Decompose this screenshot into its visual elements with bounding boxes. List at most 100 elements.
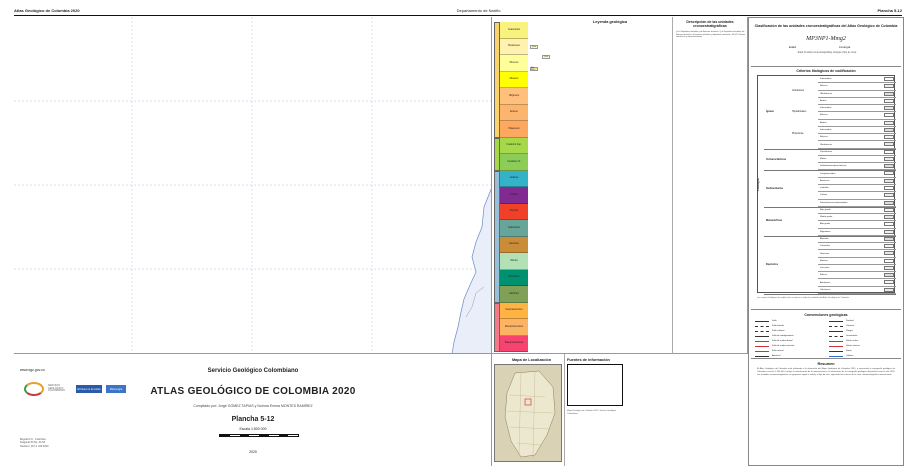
divider — [751, 66, 901, 67]
convention-line-symbol — [829, 325, 843, 327]
group-divider — [764, 170, 896, 171]
convention-item: Falla — [755, 319, 777, 323]
classification-title: Clasificación de las unidades cronoestra… — [754, 24, 898, 28]
convention-item: Pliegue — [829, 329, 853, 333]
convention-label: Anticlinal — [772, 355, 781, 357]
convention-line-symbol — [755, 340, 769, 342]
lithology-pattern-swatch — [884, 215, 894, 220]
lithology-pattern-swatch — [884, 207, 894, 212]
criteria-row: Ácidas — [818, 98, 896, 106]
strat-unit: Plioceno — [500, 55, 528, 72]
lithology-pattern-swatch — [884, 186, 894, 190]
criteria-row-label: Ultrabásicas — [820, 143, 833, 146]
lithology-subgroup-label: Hipoabisales — [792, 110, 807, 114]
scale-bar — [219, 434, 299, 437]
legend-divider — [672, 17, 673, 354]
convention-line-symbol — [755, 325, 769, 327]
criteria-row: Areniscas — [818, 178, 896, 185]
location-divider — [564, 354, 565, 466]
lithology-pattern-swatch — [884, 236, 894, 241]
criteria-row: Conglomerados — [818, 170, 896, 178]
lithology-pattern-swatch — [884, 178, 894, 183]
sources-box — [567, 364, 623, 406]
convention-line-symbol — [829, 350, 843, 352]
convention-label: Sinclinal — [846, 320, 854, 322]
criteria-row-label: Intermedias — [820, 128, 832, 131]
location-map — [494, 364, 562, 462]
lithology-pattern-swatch — [884, 265, 894, 270]
era-bar — [494, 170, 500, 303]
lithology-pattern-swatch — [884, 84, 894, 89]
criteria-row: Ultrabásicas — [818, 91, 896, 98]
criteria-row-label: Ultrabásicas — [820, 92, 833, 95]
coastline — [451, 188, 491, 353]
convention-label: Lineamiento — [846, 335, 858, 337]
convention-line-symbol — [829, 345, 843, 347]
criteria-row: Intermedias — [818, 76, 896, 84]
lithology-pattern-swatch — [884, 106, 894, 111]
group-divider — [764, 148, 896, 150]
title-block: www.sgc.gov.co SERVICIO GEOLÓGICO COLOMB… — [14, 354, 492, 466]
criteria-row: Básicas — [818, 83, 896, 91]
criteria-row-label: Migmatitas — [820, 230, 831, 233]
convention-line-symbol — [755, 350, 769, 352]
summary-text: El Atlas Geológico de Colombia está elab… — [757, 368, 895, 376]
criteria-row: Básicas — [818, 134, 896, 142]
location-title: Mapa de Localización — [512, 358, 552, 362]
convention-label: Falla inferida — [772, 325, 784, 327]
top-bar: Atlas Geológico de Colombia 2020 Departa… — [14, 6, 902, 16]
strat-unit: Pérmico — [500, 203, 528, 220]
criteria-row-label: Piroclásticas — [820, 150, 833, 153]
legend-panel: Leyenda geológica Descripción de las uni… — [492, 17, 748, 354]
geologic-map[interactable] — [14, 17, 492, 354]
criteria-row: Ácidas — [818, 120, 896, 127]
convention-item: Falla normal — [755, 349, 783, 353]
lithology-pattern-swatch — [884, 258, 894, 263]
lithology-pattern-swatch — [884, 77, 894, 81]
criteria-row: Lacustres — [818, 265, 896, 273]
unit-code-box: N1-VCc — [530, 67, 538, 71]
strat-unit: Mesoproterozoico — [500, 319, 528, 336]
lithology-pattern-swatch — [884, 164, 894, 169]
criteria-row-label: Volcánicos — [820, 288, 831, 291]
convention-label: Falla — [772, 320, 777, 322]
lithology-pattern-swatch — [884, 200, 894, 205]
criteria-row: Calizas — [818, 192, 896, 200]
criteria-row: Aluviales — [818, 236, 896, 244]
compiled-by: Compilado por: Jorge GÓMEZ TAPIAS y Noho… — [193, 404, 313, 408]
edad-label: Edad — [789, 45, 797, 49]
convention-label: Pliegue — [846, 330, 853, 332]
criteria-row-label: Calizas — [820, 194, 828, 197]
criteria-title: Criterios litológicos de codificación — [796, 69, 856, 73]
convention-line-symbol — [829, 330, 843, 332]
strat-unit: Carbonífero — [500, 220, 528, 237]
lithology-group-label: Metamórficas — [766, 219, 783, 223]
era-bar — [494, 302, 500, 352]
lithology-pattern-swatch — [884, 113, 894, 118]
criteria-row: Medio grado — [818, 214, 896, 222]
criteria-row: Migmatitas — [818, 229, 896, 236]
conventions-title: Convenciones geológicas — [804, 313, 848, 317]
convention-label: Falla de cabalgamiento — [772, 335, 794, 337]
lithology-pattern-swatch — [884, 273, 894, 278]
criteria-row-label: Básicas — [820, 136, 828, 139]
convention-label: Falla de rumbo sinestral — [772, 345, 795, 347]
organization-name: Servicio Geológico Colombiano — [207, 368, 299, 374]
strat-unit: Silúrico — [500, 253, 528, 270]
sources-note: Mapa Geológico de Colombia 2015, Servici… — [567, 410, 617, 415]
criteria-row: Antrópicos — [818, 279, 896, 287]
convention-label: Contacto — [846, 325, 855, 327]
lithology-pattern-swatch — [884, 244, 894, 249]
criteria-row-label: Intermedias — [820, 107, 832, 110]
lithology-pattern-swatch — [884, 193, 894, 198]
convention-label: Volcán activo — [846, 340, 859, 342]
criteria-row-label: Medio grado — [820, 216, 833, 219]
strat-unit: Devónico — [500, 236, 528, 253]
strat-unit: Mioceno — [500, 71, 528, 88]
criteria-row-label: Areniscas — [820, 179, 830, 182]
classification-panel: Clasificación de las unidades cronoestra… — [748, 17, 904, 466]
criteria-row-label: Marinos — [820, 259, 828, 262]
sources-title: Fuentes de información — [567, 358, 610, 362]
unit-code-box: Q-ca — [530, 45, 538, 49]
classification-subtitle: Edad (Unidad cronoestratigráfica) Litolo… — [797, 52, 857, 54]
